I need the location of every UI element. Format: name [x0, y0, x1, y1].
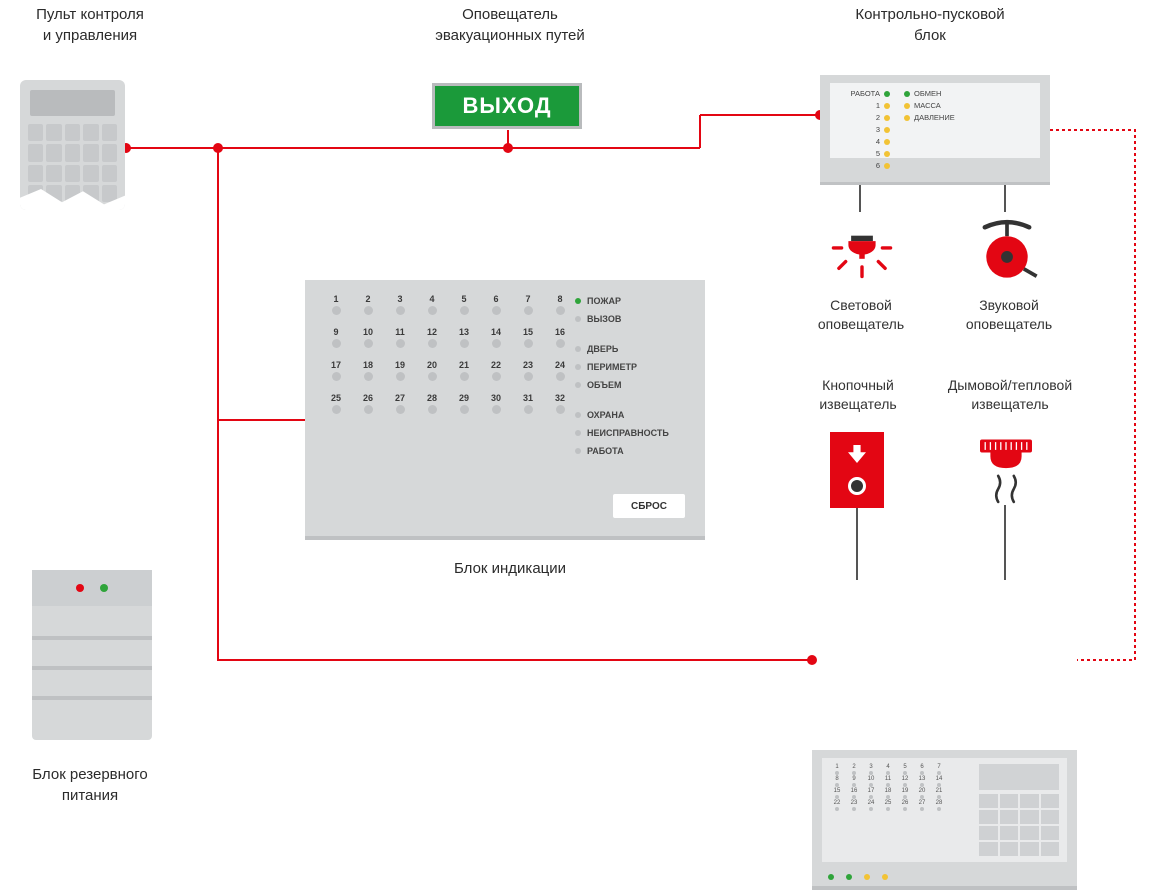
- manual-call-point: [830, 432, 884, 508]
- zone-2: 2: [357, 294, 379, 315]
- zone-11: 11: [389, 327, 411, 348]
- status-ОБЪЕМ: ОБЪЕМ: [575, 380, 685, 390]
- zone-6: 6: [485, 294, 507, 315]
- zone-19: 19: [389, 360, 411, 381]
- keypad-device: [20, 80, 125, 210]
- zone-1: 1: [325, 294, 347, 315]
- zone-4: 4: [421, 294, 443, 315]
- ctrl-label: Контрольно-пусковойблок: [800, 4, 1060, 46]
- callpoint-label: Кнопочныйизвещатель: [790, 376, 926, 414]
- power-label: Блок резервногопитания: [0, 764, 180, 806]
- keypad-label: Пульт контроляи управления: [0, 4, 180, 46]
- zone-18: 18: [357, 360, 379, 381]
- light-alarm-label: Световойоповещатель: [796, 296, 926, 334]
- zone-21: 21: [453, 360, 475, 381]
- zone-8: 8: [549, 294, 571, 315]
- zone-27: 27: [389, 393, 411, 414]
- zone-30: 30: [485, 393, 507, 414]
- sound-alarm-icon: [966, 210, 1048, 292]
- power-led-red: [76, 584, 84, 592]
- zone-12: 12: [421, 327, 443, 348]
- panel-keypad: [979, 794, 1059, 856]
- status-НЕИСПРАВНОСТЬ: НЕИСПРАВНОСТЬ: [575, 428, 685, 438]
- sound-alarm-label: Звуковойоповещатель: [944, 296, 1074, 334]
- zone-16: 16: [549, 327, 571, 348]
- zone-26: 26: [357, 393, 379, 414]
- exit-label: Оповещательэвакуационных путей: [400, 4, 620, 46]
- zone-22: 22: [485, 360, 507, 381]
- zone-9: 9: [325, 327, 347, 348]
- light-alarm-icon: [822, 212, 902, 292]
- zone-31: 31: [517, 393, 539, 414]
- zone-17: 17: [325, 360, 347, 381]
- ctrl-left-col: РАБОТА 1 2 3 4 5 6: [838, 89, 890, 152]
- backup-power-block: [32, 570, 152, 740]
- exit-sign: ВЫХОД: [432, 83, 582, 129]
- control-launch-block: РАБОТА 1 2 3 4 5 6 ОБМЕН МАССА ДАВЛЕНИЕ: [820, 75, 1050, 185]
- zone-29: 29: [453, 393, 475, 414]
- zone-grid: 1234567891011121314151617181920212223242…: [325, 294, 575, 426]
- status-ОХРАНА: ОХРАНА: [575, 410, 685, 420]
- power-led-green: [100, 584, 108, 592]
- indication-label: Блок индикации: [410, 558, 610, 579]
- zone-13: 13: [453, 327, 475, 348]
- zone-14: 14: [485, 327, 507, 348]
- indication-block: 1234567891011121314151617181920212223242…: [305, 280, 705, 540]
- panel-leds: [828, 874, 888, 880]
- zone-3: 3: [389, 294, 411, 315]
- reset-button[interactable]: СБРОС: [613, 494, 685, 518]
- status-ПЕРИМЕТР: ПЕРИМЕТР: [575, 362, 685, 372]
- zone-15: 15: [517, 327, 539, 348]
- callpoint-button: [848, 477, 866, 495]
- zone-20: 20: [421, 360, 443, 381]
- status-РАБОТА: РАБОТА: [575, 446, 685, 456]
- zone-28: 28: [421, 393, 443, 414]
- arrow-down-icon: [848, 445, 866, 463]
- keypad-screen: [30, 90, 115, 116]
- ctrl-right-col: ОБМЕН МАССА ДАВЛЕНИЕ: [904, 89, 955, 152]
- zone-7: 7: [517, 294, 539, 315]
- panel-zone-grid: 1234567891011121314151617181920212223242…: [830, 764, 960, 812]
- zone-10: 10: [357, 327, 379, 348]
- zone-23: 23: [517, 360, 539, 381]
- smoke-label: Дымовой/тепловойизвещатель: [930, 376, 1090, 414]
- zone-5: 5: [453, 294, 475, 315]
- status-ВЫЗОВ: ВЫЗОВ: [575, 314, 685, 324]
- panel-screen: [979, 764, 1059, 790]
- status-list: ПОЖАР ВЫЗОВ ДВЕРЬ ПЕРИМЕТР ОБЪЕМ ОХРАНА НЕИСПР…: [575, 296, 685, 456]
- zone-32: 32: [549, 393, 571, 414]
- control-panel: 1234567891011121314151617181920212223242…: [812, 750, 1077, 890]
- zone-24: 24: [549, 360, 571, 381]
- smoke-detector-icon: [970, 432, 1042, 512]
- status-ПОЖАР: ПОЖАР: [575, 296, 685, 306]
- zone-25: 25: [325, 393, 347, 414]
- status-ДВЕРЬ: ДВЕРЬ: [575, 344, 685, 354]
